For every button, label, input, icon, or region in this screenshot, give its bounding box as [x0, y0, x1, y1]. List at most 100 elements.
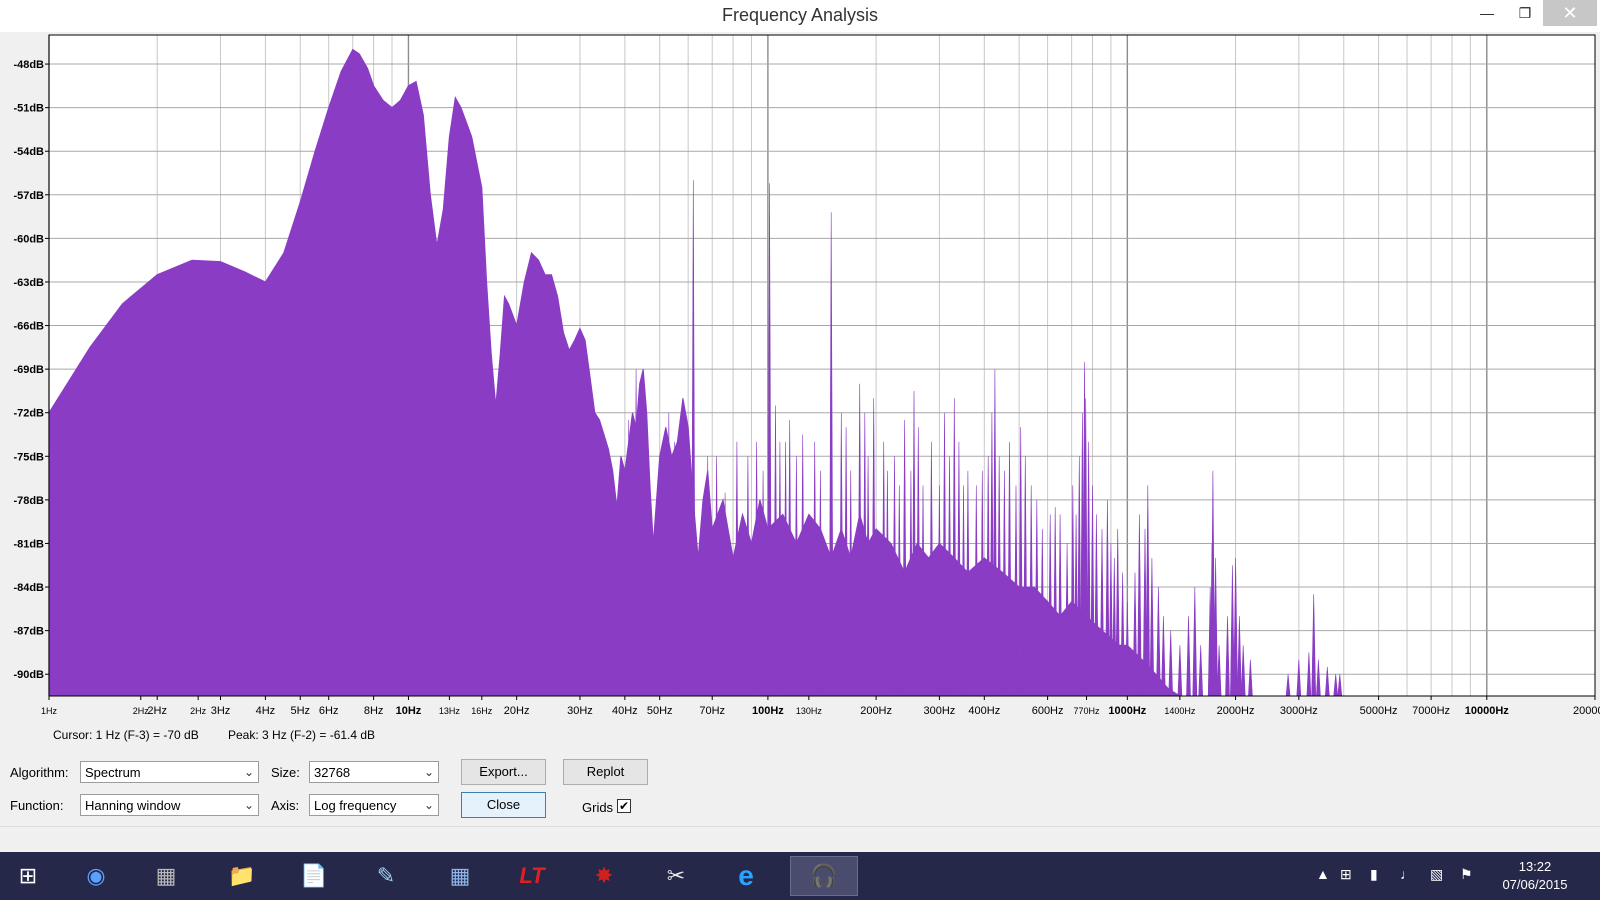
y-tick-label: -81dB: [13, 538, 44, 550]
calculator-icon: ▦: [449, 863, 471, 888]
minimize-icon: —: [1480, 5, 1494, 21]
x-tick-label: 130Hz: [796, 706, 823, 716]
x-tick-label: 2Hz: [147, 705, 167, 717]
battery-icon[interactable]: ▮: [1370, 866, 1378, 883]
y-tick-label: -75dB: [13, 451, 44, 463]
show-hidden-icons-button[interactable]: ▲: [1316, 866, 1330, 882]
y-tick-label: -78dB: [13, 495, 44, 507]
taskbar-app-file-explorer[interactable]: 📁: [214, 856, 270, 896]
size-value: 32768: [314, 765, 351, 780]
size-label: Size:: [271, 765, 300, 780]
x-tick-label: 16Hz: [471, 706, 493, 716]
y-tick-label: -51dB: [13, 103, 44, 115]
chevron-down-icon: ⌄: [423, 798, 434, 812]
x-tick-label: 10Hz: [396, 705, 422, 717]
taskbar-app-red[interactable]: ✸: [576, 856, 632, 896]
x-tick-label: 70Hz: [699, 705, 725, 717]
y-tick-label: -54dB: [13, 146, 44, 158]
axis-value: Log frequency: [314, 798, 397, 813]
document-icon: 📄: [300, 863, 328, 888]
action-center-flag-icon[interactable]: ⚑: [1460, 866, 1473, 883]
network-icon[interactable]: ▧: [1430, 866, 1443, 883]
windows-flag-icon[interactable]: ⊞: [1340, 866, 1352, 883]
taskbar-app-calculator[interactable]: ▦: [432, 856, 488, 896]
export-button[interactable]: Export...: [461, 759, 546, 785]
x-tick-label: 50Hz: [647, 705, 673, 717]
snipping-tool-icon: ✂: [666, 863, 686, 888]
grids-checkbox[interactable]: ✔: [617, 799, 631, 813]
x-tick-label: 20000Hz: [1573, 705, 1600, 717]
x-tick-label: 20Hz: [504, 705, 530, 717]
x-tick-label: 30Hz: [567, 705, 593, 717]
y-tick-label: -60dB: [13, 233, 44, 245]
taskbar-app-document[interactable]: 📄: [286, 856, 342, 896]
spectrum-plot[interactable]: -48dB -51dB -54dB -57dB -60dB -63dB -66dB -69dB…: [0, 32, 1600, 718]
x-tick-label: 600Hz: [1032, 705, 1064, 717]
x-tick-label: 100Hz: [752, 705, 784, 717]
x-tick-label: 7000Hz: [1412, 705, 1450, 717]
function-select[interactable]: Hanning window ⌄: [80, 794, 259, 816]
checkmark-icon: ✔: [618, 799, 630, 813]
taskbar-app-remote-desktop[interactable]: ◉: [68, 856, 124, 896]
start-icon: ⊞: [18, 863, 38, 888]
clock-date: 07/06/2015: [1502, 877, 1568, 892]
x-tick-label: 3Hz: [211, 705, 231, 717]
maximize-button[interactable]: ❐: [1507, 0, 1543, 26]
file-explorer-icon: 📁: [228, 863, 256, 888]
x-tick-label: 300Hz: [923, 705, 955, 717]
red-app-icon: ✸: [594, 863, 614, 888]
remote-desktop-icon: ◉: [86, 863, 106, 888]
axis-label: Axis:: [271, 798, 300, 813]
axis-select[interactable]: Log frequency ⌄: [309, 794, 439, 816]
audacity-icon: 🎧: [810, 863, 838, 888]
y-tick-label: -69dB: [13, 364, 44, 376]
y-tick-label: -87dB: [13, 626, 44, 638]
x-tick-label: 1000Hz: [1108, 705, 1146, 717]
x-tick-label: 6Hz: [319, 705, 339, 717]
x-tick-label: 770Hz: [1074, 706, 1101, 716]
taskbar-app-firewall[interactable]: ▦: [138, 856, 194, 896]
replot-button[interactable]: Replot: [563, 759, 648, 785]
start-button[interactable]: ⊞: [0, 856, 56, 896]
x-tick-label: 3000Hz: [1280, 705, 1318, 717]
algorithm-label: Algorithm:: [10, 765, 69, 780]
x-tick-label: 1400Hz: [1164, 706, 1196, 716]
volume-icon[interactable]: ♩: [1400, 866, 1414, 882]
peak-readout: Peak: 3 Hz (F-2) = -61.4 dB: [228, 728, 376, 742]
chevron-down-icon: ⌄: [423, 765, 434, 779]
x-tick-label: 8Hz: [364, 705, 384, 717]
x-tick-label: 5Hz: [290, 705, 310, 717]
chevron-down-icon: ⌄: [243, 765, 254, 779]
taskbar-app-notepad[interactable]: ✎: [358, 856, 414, 896]
close-window-button[interactable]: ✕: [1543, 0, 1597, 26]
taskbar-app-audacity[interactable]: 🎧: [790, 856, 858, 896]
close-button[interactable]: Close: [461, 792, 546, 818]
notepad-icon: ✎: [376, 863, 396, 888]
chevron-up-icon: ▲: [1316, 866, 1330, 882]
system-clock[interactable]: 13:22 07/06/2015: [1490, 858, 1580, 894]
y-tick-label: -66dB: [13, 321, 44, 333]
x-tick-label: 40Hz: [612, 705, 638, 717]
cursor-readout: Cursor: 1 Hz (F-3) = -70 dB: [53, 728, 199, 742]
taskbar-app-snipping-tool[interactable]: ✂: [648, 856, 704, 896]
algorithm-select[interactable]: Spectrum ⌄: [80, 761, 259, 783]
y-tick-label: -90dB: [13, 669, 44, 681]
clock-time: 13:22: [1518, 859, 1552, 874]
x-tick-label: 4Hz: [256, 705, 276, 717]
window-title: Frequency Analysis: [721, 5, 879, 25]
taskbar-app-internet-explorer[interactable]: e: [718, 856, 774, 896]
minimize-button[interactable]: —: [1467, 0, 1507, 26]
firewall-icon: ▦: [155, 863, 177, 888]
x-tick-label: 13Hz: [439, 706, 461, 716]
y-tick-label: -84dB: [13, 582, 44, 594]
x-tick-label: 10000Hz: [1465, 705, 1510, 717]
y-tick-label: -57dB: [13, 190, 44, 202]
title-bar: Frequency Analysis — ❐ ✕: [0, 0, 1600, 32]
y-tick-label: -72dB: [13, 408, 44, 420]
y-tick-label: -48dB: [13, 59, 44, 71]
x-tick-label: 5000Hz: [1360, 705, 1398, 717]
function-label: Function:: [10, 798, 64, 813]
size-select[interactable]: 32768 ⌄: [309, 761, 439, 783]
taskbar-app-lt[interactable]: LT: [504, 856, 560, 896]
close-icon: ✕: [1562, 2, 1578, 23]
